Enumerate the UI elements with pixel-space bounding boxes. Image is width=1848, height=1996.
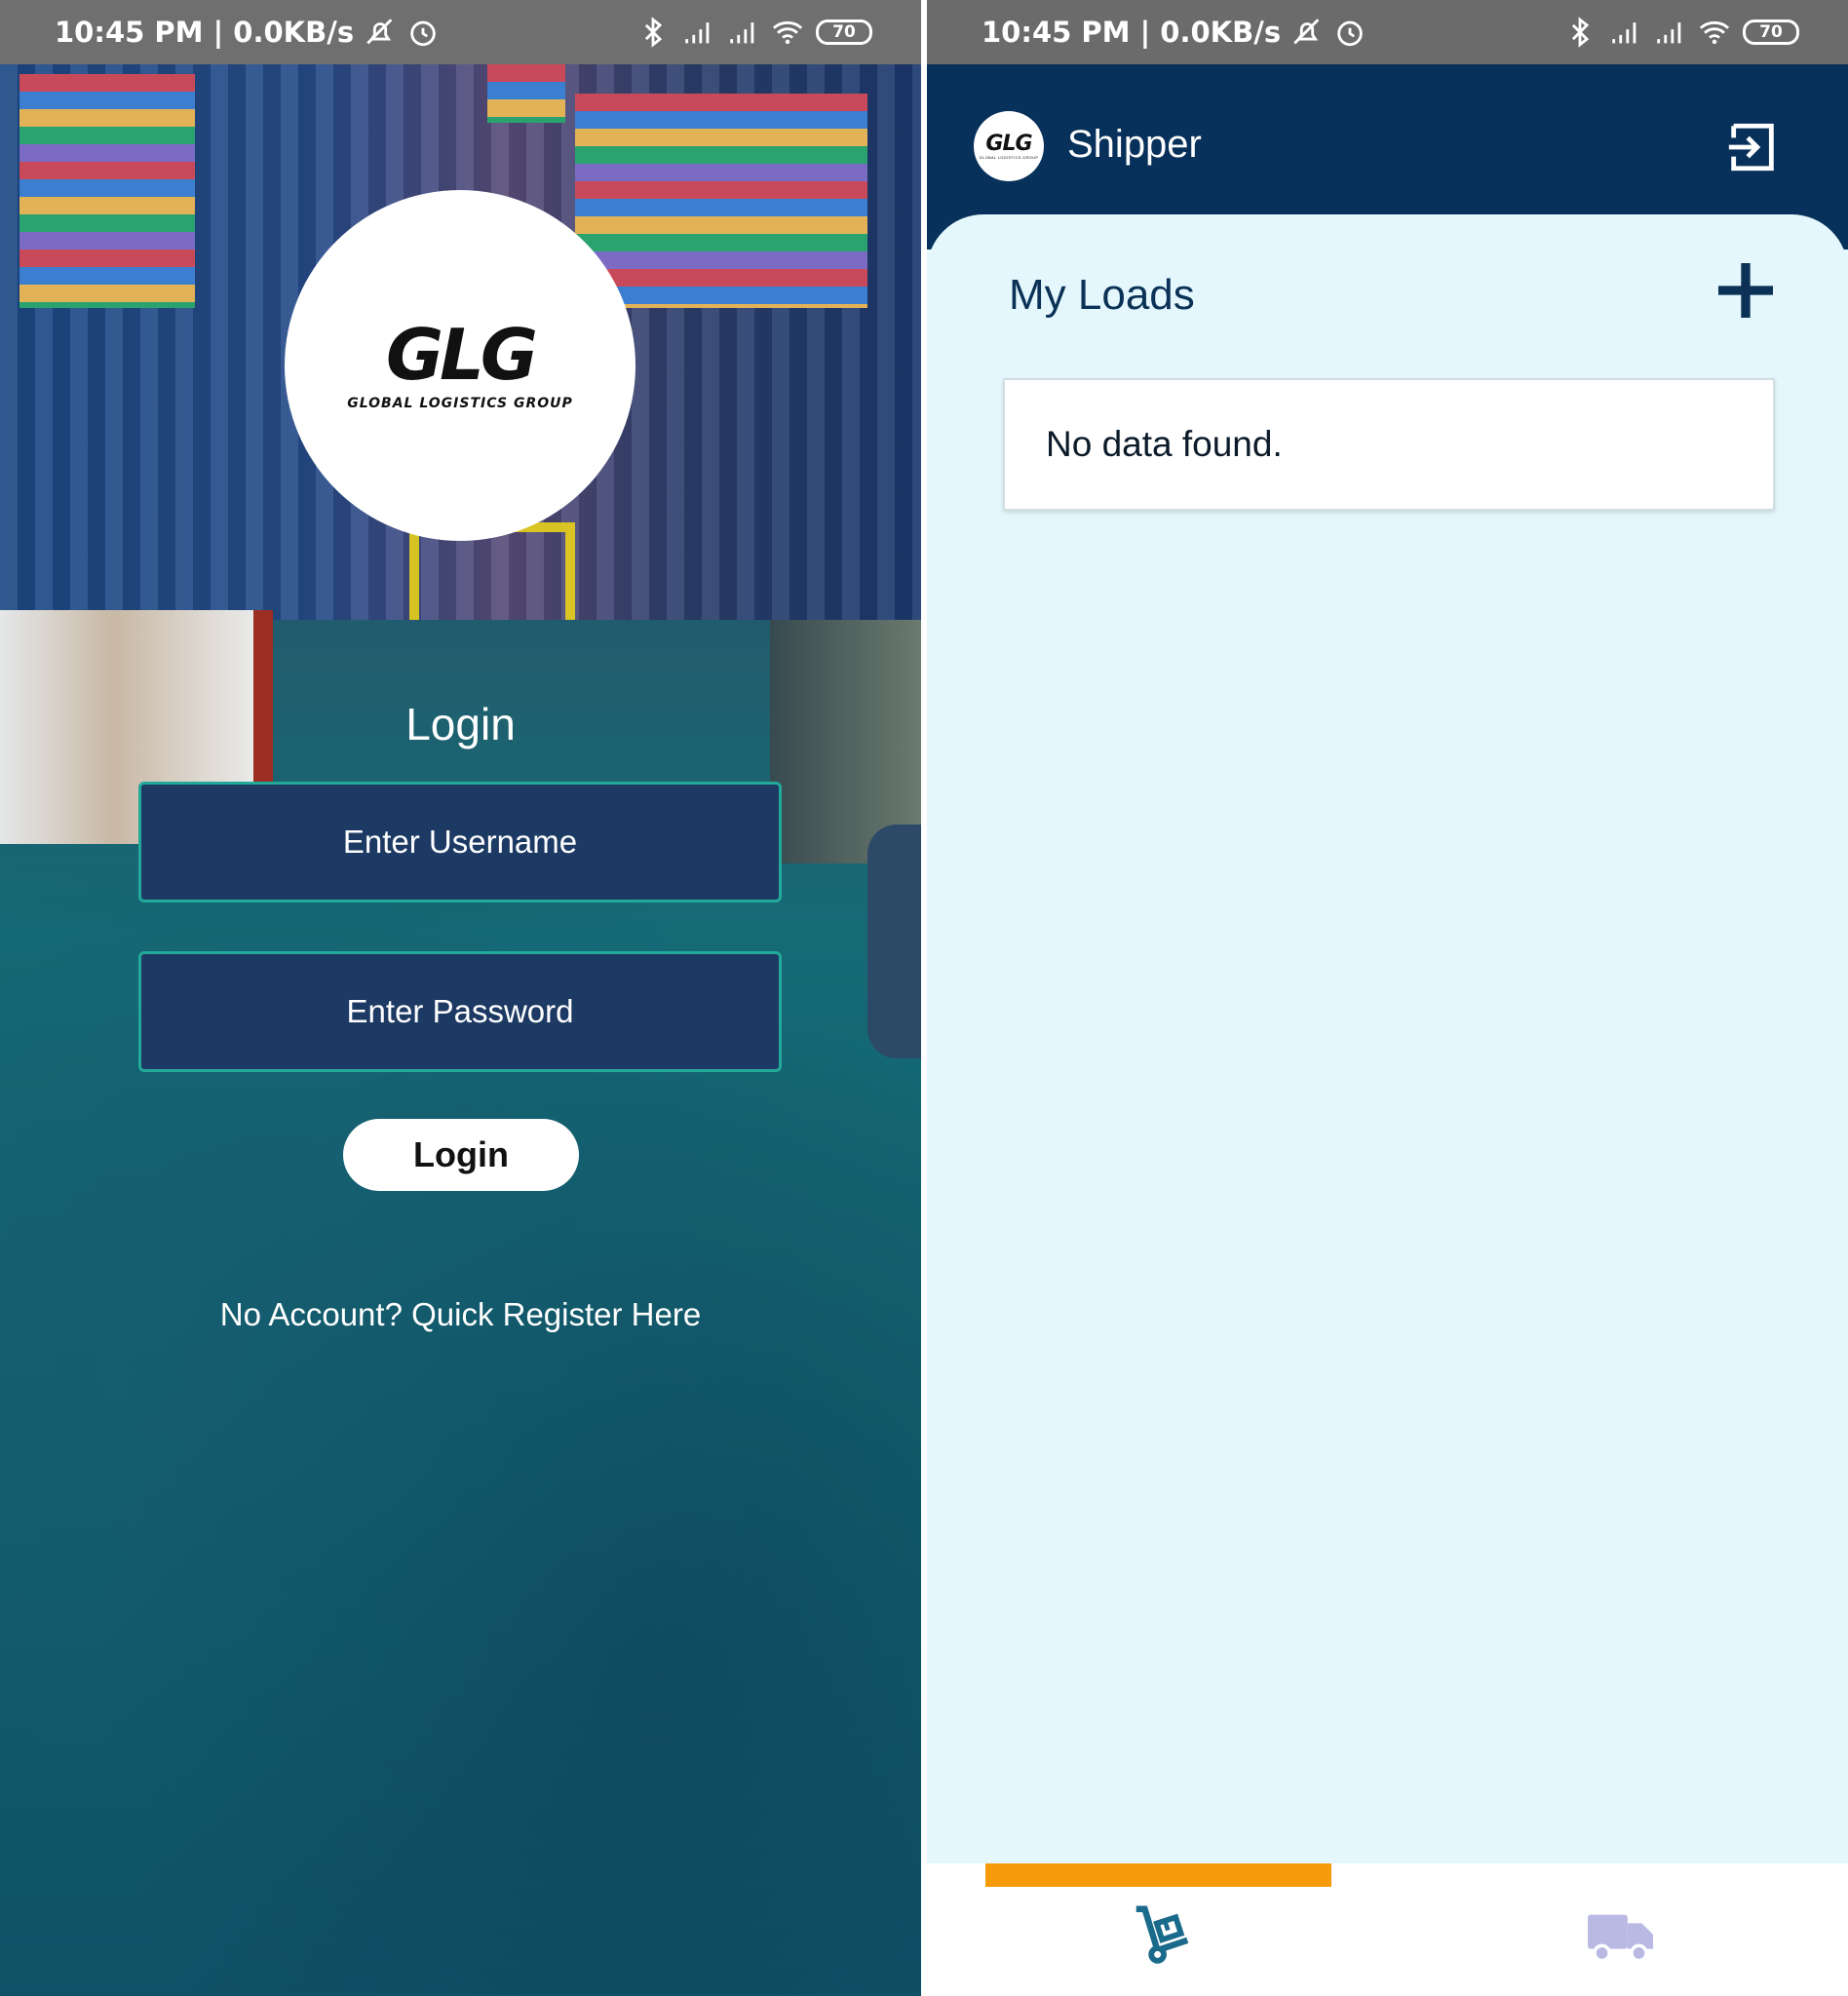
bluetooth-icon [644,17,663,48]
status-bar: 10:45 PM | 0.0KB/s 70 [0,0,921,64]
glg-logo: GLG GLOBAL LOGISTICS GROUP [285,190,635,541]
section-title: My Loads [1009,271,1195,319]
status-time: 10:45 PM | 0.0KB/s [55,16,355,49]
logo-tagline: GLOBAL LOGISTICS GROUP [979,154,1039,160]
plus-icon[interactable] [1718,263,1773,318]
mute-bell-icon [1293,19,1320,45]
wifi-icon [772,20,803,45]
login-title: Login [405,699,516,749]
page-title: Shipper [1067,123,1202,166]
truck-icon [1588,1914,1654,1963]
signal-icon [1657,22,1681,44]
loads-content: My Loads No data found. [927,214,1848,1863]
tab-trucks[interactable] [1580,1899,1664,1971]
battery-icon: 70 [1743,19,1799,45]
logo-tagline: GLOBAL LOGISTICS GROUP [347,396,573,411]
alarm-icon [410,20,436,47]
logout-icon[interactable] [1724,119,1781,175]
logo-mark: GLG [985,131,1032,156]
signal-icon [1612,22,1636,44]
active-tab-indicator [985,1863,1331,1887]
shipper-screen: 10:45 PM | 0.0KB/s 70 GLG GLOBAL LOGISTI… [927,0,1848,1996]
battery-icon: 70 [816,19,872,45]
password-input[interactable]: Enter Password [138,951,782,1072]
status-bar: 10:45 PM | 0.0KB/s 70 [927,0,1848,64]
empty-message: No data found. [1046,424,1283,464]
login-button[interactable]: Login [343,1119,579,1191]
hand-truck-icon [1136,1905,1189,1964]
container-stack [575,94,867,308]
empty-state-card: No data found. [1003,378,1775,511]
bottom-nav [927,1863,1848,1996]
login-screen: 10:45 PM | 0.0KB/s 70 GLG GLOBAL LOGISTI… [0,0,921,1996]
container-stack [487,64,565,123]
mute-bell-icon [366,19,393,45]
alarm-icon [1337,20,1363,47]
bluetooth-icon [1571,17,1590,48]
glg-logo: GLG GLOBAL LOGISTICS GROUP [974,111,1044,181]
username-input[interactable]: Enter Username [138,782,782,902]
status-time: 10:45 PM | 0.0KB/s [982,16,1282,49]
register-link[interactable]: No Account? Quick Register Here [0,1296,921,1333]
logo-mark: GLG [385,314,538,396]
signal-icon [730,22,754,44]
wifi-icon [1699,20,1730,45]
signal-icon [685,22,710,44]
container-stack [19,74,195,308]
tab-loads[interactable] [1120,1899,1204,1971]
